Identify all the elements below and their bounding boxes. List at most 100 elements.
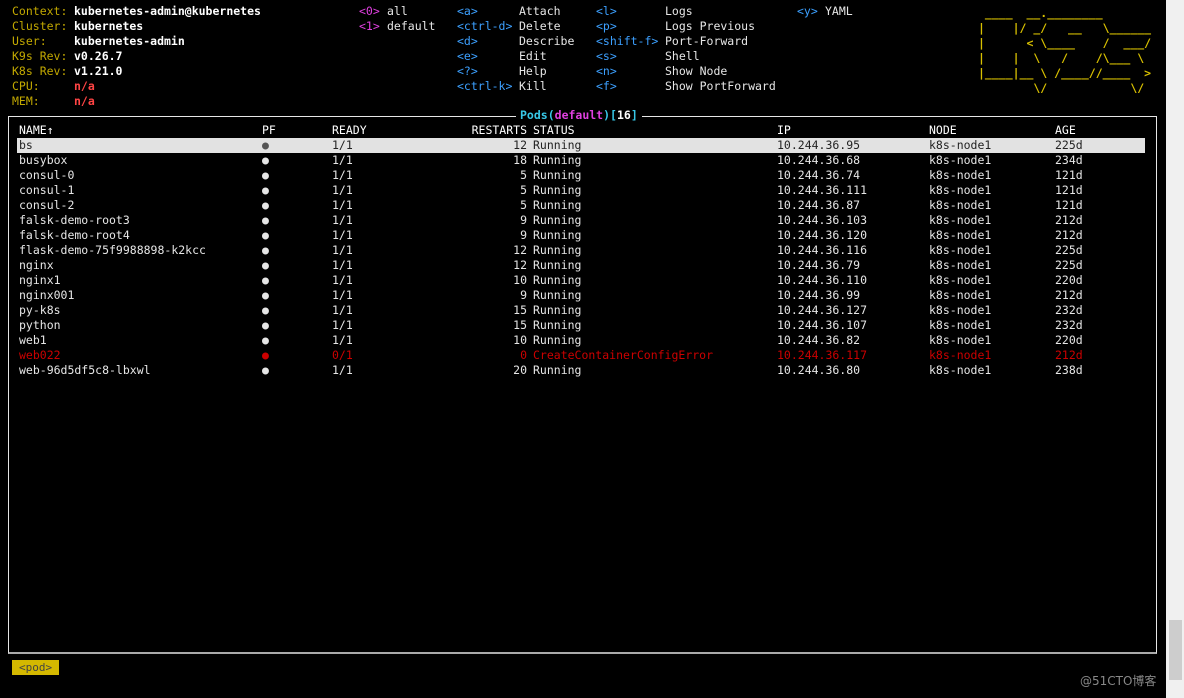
namespace-label[interactable]: all (387, 4, 408, 19)
cell-node: k8s-node1 (929, 333, 992, 347)
shortcut-key[interactable]: <d> (457, 34, 478, 49)
table-row[interactable]: consul-2 ● 1/1 5 Running 10.244.36.87 k8s-node… (17, 198, 1145, 213)
info-value: kubernetes-admin@kubernetes (74, 4, 261, 18)
table-row[interactable]: consul-0 ● 1/1 5 Running 10.244.36.74 k8s-node… (17, 168, 1145, 183)
shortcut-label[interactable]: Kill (519, 79, 547, 94)
cell-name: web-96d5df5c8-lbxwl (19, 363, 151, 377)
cell-age: 212d (1055, 288, 1083, 302)
cell-age: 225d (1055, 243, 1083, 257)
cell-age: 121d (1055, 183, 1083, 197)
table-row[interactable]: nginx001 ● 1/1 9 Running 10.244.36.99 k8s-node… (17, 288, 1145, 303)
shortcut-key[interactable]: <e> (457, 49, 478, 64)
shortcut-key[interactable]: <a> (457, 4, 478, 19)
header-ip[interactable]: IP (777, 123, 791, 138)
header-ready[interactable]: READY (332, 123, 367, 138)
table-header: NAME↑ PF READY RESTARTS STATUS IP NODE A… (17, 123, 1145, 138)
header-node[interactable]: NODE (929, 123, 957, 138)
cell-ip: 10.244.36.82 (777, 333, 861, 347)
header-age[interactable]: AGE (1055, 123, 1076, 138)
header-restarts[interactable]: RESTARTS (457, 123, 527, 138)
shortcut-key[interactable]: <shift-f> (596, 34, 658, 49)
breadcrumb-pod[interactable]: <pod> (12, 660, 60, 675)
shortcut-key[interactable]: <ctrl-d> (457, 19, 512, 34)
shortcut-label[interactable]: YAML (825, 4, 853, 19)
cell-ready: 1/1 (332, 138, 353, 152)
cell-ip: 10.244.36.103 (777, 213, 868, 227)
pf-dot-icon: ● (262, 243, 269, 257)
cell-ready: 1/1 (332, 288, 353, 302)
shortcut-label[interactable]: Show PortForward (665, 79, 776, 94)
shortcut-label[interactable]: Logs Previous (665, 19, 755, 34)
table-row[interactable]: bs ● 1/1 12 Running 10.244.36.95 k8s-node1 225d (17, 138, 1145, 153)
namespace-key[interactable]: <0> (359, 4, 380, 19)
table-row[interactable]: web1 ● 1/1 10 Running 10.244.36.82 k8s-node1 22… (17, 333, 1145, 348)
info-label: MEM: (12, 94, 40, 108)
header-status[interactable]: STATUS (533, 123, 575, 138)
table-row[interactable]: py-k8s ● 1/1 15 Running 10.244.36.127 k8s-node… (17, 303, 1145, 318)
table-row[interactable]: flask-demo-75f9988898-k2kcc ● 1/1 12 Running… (17, 243, 1145, 258)
k9s-logo: ____ __.________ | |/ _/ __ \______ | < … (978, 6, 1152, 95)
pf-dot-icon: ● (262, 153, 269, 167)
cell-ready: 0/1 (332, 348, 353, 362)
table-row[interactable]: python ● 1/1 15 Running 10.244.36.107 k8s-node… (17, 318, 1145, 333)
shortcut-label[interactable]: Show Node (665, 64, 727, 79)
shortcut-label[interactable]: Edit (519, 49, 547, 64)
shortcut-label[interactable]: Describe (519, 34, 574, 49)
cell-age: 212d (1055, 228, 1083, 242)
shortcut-key[interactable]: <ctrl-k> (457, 79, 512, 94)
info-value: v0.26.7 (74, 49, 123, 63)
cell-age: 212d (1055, 348, 1083, 362)
table-row[interactable]: web022 ● 0/1 0 CreateContainerConfigError 10.… (17, 348, 1145, 363)
pf-dot-icon: ● (262, 348, 269, 362)
cell-name: falsk-demo-root3 (19, 213, 130, 227)
namespace-name: default (554, 108, 604, 122)
cell-ip: 10.244.36.95 (777, 138, 861, 152)
cell-restarts: 18 (513, 153, 527, 167)
shortcut-label[interactable]: Shell (665, 49, 700, 64)
cell-node: k8s-node1 (929, 168, 992, 182)
shortcut-label[interactable]: Help (519, 64, 547, 79)
table-row[interactable]: nginx ● 1/1 12 Running 10.244.36.79 k8s-node1 2… (17, 258, 1145, 273)
header-pf[interactable]: PF (262, 123, 276, 138)
cell-ready: 1/1 (332, 228, 353, 242)
table-row[interactable]: consul-1 ● 1/1 5 Running 10.244.36.111 k8s-nod… (17, 183, 1145, 198)
table-row[interactable]: web-96d5df5c8-lbxwl ● 1/1 20 Running 10.244.3… (17, 363, 1145, 378)
cell-status: Running (533, 228, 582, 242)
shortcut-key[interactable]: <y> (797, 4, 818, 19)
cell-ready: 1/1 (332, 363, 353, 377)
scrollbar-thumb[interactable] (1169, 620, 1182, 680)
namespace-key[interactable]: <1> (359, 19, 380, 34)
pf-dot-icon: ● (262, 303, 269, 317)
cell-node: k8s-node1 (929, 228, 992, 242)
cell-name: nginx (19, 258, 54, 272)
cell-name: consul-0 (19, 168, 75, 182)
cell-node: k8s-node1 (929, 318, 992, 332)
cell-node: k8s-node1 (929, 198, 992, 212)
shortcut-key[interactable]: <?> (457, 64, 478, 79)
cell-ip: 10.244.36.107 (777, 318, 868, 332)
scrollbar[interactable] (1166, 0, 1184, 698)
table-row[interactable]: falsk-demo-root4 ● 1/1 9 Running 10.244.36.12… (17, 228, 1145, 243)
cell-ready: 1/1 (332, 333, 353, 347)
table-row[interactable]: nginx1 ● 1/1 10 Running 10.244.36.110 k8s-node… (17, 273, 1145, 288)
shortcut-label[interactable]: Delete (519, 19, 561, 34)
shortcut-key[interactable]: <p> (596, 19, 617, 34)
shortcut-key[interactable]: <l> (596, 4, 617, 19)
shortcut-label[interactable]: Logs (665, 4, 693, 19)
shortcut-key[interactable]: <f> (596, 79, 617, 94)
cell-status: Running (533, 198, 582, 212)
namespace-label[interactable]: default (387, 19, 435, 34)
shortcut-label[interactable]: Port-Forward (665, 34, 748, 49)
shortcut-label[interactable]: Attach (519, 4, 561, 19)
shortcut-key[interactable]: <n> (596, 64, 617, 79)
table-row[interactable]: busybox ● 1/1 18 Running 10.244.36.68 k8s-node… (17, 153, 1145, 168)
table-row[interactable]: falsk-demo-root3 ● 1/1 9 Running 10.244.36.10… (17, 213, 1145, 228)
cell-age: 220d (1055, 333, 1083, 347)
shortcut-key[interactable]: <s> (596, 49, 617, 64)
cell-ready: 1/1 (332, 243, 353, 257)
cell-ready: 1/1 (332, 303, 353, 317)
cell-node: k8s-node1 (929, 153, 992, 167)
pf-dot-icon: ● (262, 273, 269, 287)
header-name[interactable]: NAME↑ (19, 123, 54, 138)
cell-age: 234d (1055, 153, 1083, 167)
